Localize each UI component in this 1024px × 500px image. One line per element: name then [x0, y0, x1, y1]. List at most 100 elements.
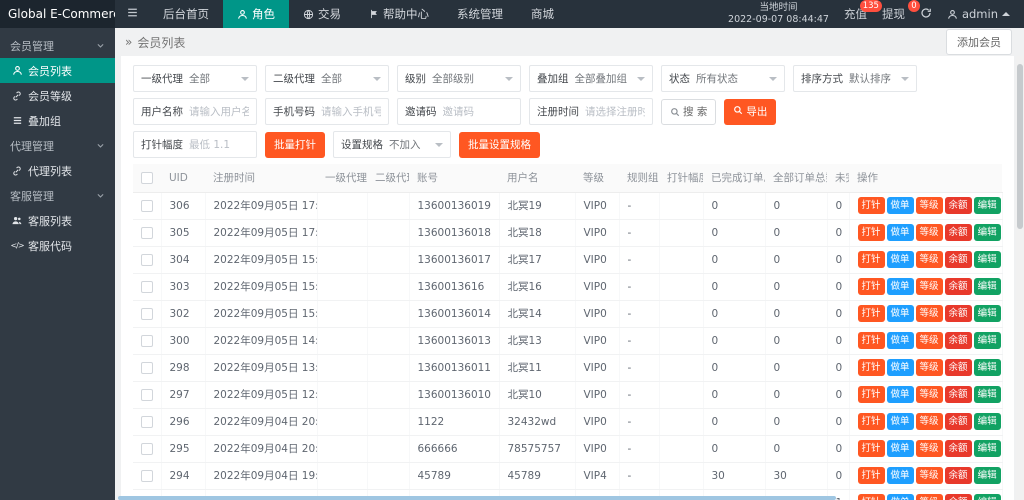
- action-balance-button[interactable]: 余额: [944, 494, 972, 500]
- action-edit-button[interactable]: 编辑: [973, 278, 1001, 295]
- action-inject-button[interactable]: 打针: [857, 440, 885, 457]
- sidebar-item-overlay-group[interactable]: 叠加组: [0, 108, 115, 133]
- action-inject-button[interactable]: 打针: [857, 386, 885, 403]
- row-checkbox[interactable]: [140, 253, 153, 266]
- user-menu[interactable]: admin: [947, 7, 1010, 21]
- action-edit-button[interactable]: 编辑: [973, 305, 1001, 322]
- sidebar-item-cs-code[interactable]: </> 客服代码: [0, 233, 115, 258]
- action-edit-button[interactable]: 编辑: [973, 224, 1001, 241]
- action-inject-button[interactable]: 打针: [857, 332, 885, 349]
- row-checkbox[interactable]: [140, 442, 153, 455]
- action-level-button[interactable]: 等级: [915, 359, 943, 376]
- sidebar-group-member-mgmt[interactable]: 会员管理: [0, 33, 115, 58]
- action-level-button[interactable]: 等级: [915, 494, 943, 500]
- filter-phone-input[interactable]: [321, 105, 381, 118]
- filter-status[interactable]: 状态 所有状态: [661, 65, 785, 92]
- row-checkbox[interactable]: [140, 415, 153, 428]
- action-make-order-button[interactable]: 做单: [886, 413, 914, 430]
- action-level-button[interactable]: 等级: [915, 305, 943, 322]
- action-level-button[interactable]: 等级: [915, 413, 943, 430]
- filter-level[interactable]: 级别 全部级别: [397, 65, 521, 92]
- action-make-order-button[interactable]: 做单: [886, 332, 914, 349]
- recharge-link[interactable]: 充值 135: [844, 0, 882, 22]
- horizontal-scrollbar-thumb[interactable]: [118, 496, 836, 500]
- action-make-order-button[interactable]: 做单: [886, 440, 914, 457]
- nav-help-center[interactable]: 帮助中心: [355, 0, 443, 28]
- action-balance-button[interactable]: 余额: [944, 332, 972, 349]
- vertical-scrollbar-thumb[interactable]: [1017, 64, 1023, 229]
- refresh-icon[interactable]: [920, 7, 932, 22]
- add-member-button[interactable]: 添加会员: [946, 29, 1012, 55]
- filter-agent1[interactable]: 一级代理 全部: [133, 65, 257, 92]
- action-balance-button[interactable]: 余额: [944, 251, 972, 268]
- withdraw-link[interactable]: 提现 0: [882, 0, 920, 22]
- action-edit-button[interactable]: 编辑: [973, 494, 1001, 500]
- action-make-order-button[interactable]: 做单: [886, 197, 914, 214]
- action-inject-button[interactable]: 打针: [857, 197, 885, 214]
- filter-overlay-group[interactable]: 叠加组 全部叠加组: [529, 65, 653, 92]
- action-balance-button[interactable]: 余额: [944, 305, 972, 322]
- action-balance-button[interactable]: 余额: [944, 467, 972, 484]
- filter-agent2[interactable]: 二级代理 全部: [265, 65, 389, 92]
- action-inject-button[interactable]: 打针: [857, 278, 885, 295]
- row-checkbox[interactable]: [140, 361, 153, 374]
- nav-role[interactable]: 角色: [223, 0, 289, 28]
- action-balance-button[interactable]: 余额: [944, 197, 972, 214]
- filter-username-input[interactable]: [189, 105, 249, 118]
- spec-select[interactable]: 设置规格 不加入: [333, 131, 451, 158]
- nav-system-mgmt[interactable]: 系统管理: [443, 0, 517, 28]
- action-inject-button[interactable]: 打针: [857, 224, 885, 241]
- action-balance-button[interactable]: 余额: [944, 386, 972, 403]
- batch-spec-button[interactable]: 批量设置规格: [459, 131, 540, 158]
- nav-home[interactable]: 后台首页: [149, 0, 223, 28]
- row-checkbox[interactable]: [140, 199, 153, 212]
- action-edit-button[interactable]: 编辑: [973, 467, 1001, 484]
- action-edit-button[interactable]: 编辑: [973, 386, 1001, 403]
- inject-range-input[interactable]: [189, 138, 249, 151]
- action-edit-button[interactable]: 编辑: [973, 197, 1001, 214]
- action-balance-button[interactable]: 余额: [944, 440, 972, 457]
- action-inject-button[interactable]: 打针: [857, 467, 885, 484]
- action-level-button[interactable]: 等级: [915, 332, 943, 349]
- filter-invite-code[interactable]: 邀请码: [397, 98, 521, 125]
- row-checkbox[interactable]: [140, 334, 153, 347]
- sidebar-group-cs-mgmt[interactable]: 客服管理: [0, 183, 115, 208]
- row-checkbox[interactable]: [140, 388, 153, 401]
- inject-range-field[interactable]: 打针幅度: [133, 131, 257, 158]
- action-make-order-button[interactable]: 做单: [886, 224, 914, 241]
- filter-invite-code-input[interactable]: [442, 105, 513, 118]
- export-button[interactable]: 导出: [724, 98, 777, 125]
- vertical-scrollbar[interactable]: [1016, 56, 1024, 500]
- row-checkbox[interactable]: [140, 226, 153, 239]
- action-make-order-button[interactable]: 做单: [886, 467, 914, 484]
- action-edit-button[interactable]: 编辑: [973, 413, 1001, 430]
- filter-reg-time-input[interactable]: [585, 105, 645, 118]
- filter-sort[interactable]: 排序方式 默认排序: [793, 65, 917, 92]
- action-level-button[interactable]: 等级: [915, 197, 943, 214]
- filter-phone[interactable]: 手机号码: [265, 98, 389, 125]
- action-make-order-button[interactable]: 做单: [886, 359, 914, 376]
- action-make-order-button[interactable]: 做单: [886, 278, 914, 295]
- sidebar-group-agent-mgmt[interactable]: 代理管理: [0, 133, 115, 158]
- row-checkbox[interactable]: [140, 280, 153, 293]
- action-level-button[interactable]: 等级: [915, 467, 943, 484]
- action-make-order-button[interactable]: 做单: [886, 305, 914, 322]
- action-balance-button[interactable]: 余额: [944, 278, 972, 295]
- action-inject-button[interactable]: 打针: [857, 359, 885, 376]
- action-level-button[interactable]: 等级: [915, 224, 943, 241]
- action-make-order-button[interactable]: 做单: [886, 251, 914, 268]
- action-level-button[interactable]: 等级: [915, 440, 943, 457]
- row-checkbox[interactable]: [140, 307, 153, 320]
- action-level-button[interactable]: 等级: [915, 386, 943, 403]
- hamburger-icon[interactable]: [115, 0, 149, 28]
- action-edit-button[interactable]: 编辑: [973, 440, 1001, 457]
- select-all-checkbox[interactable]: [141, 171, 153, 184]
- nav-trade[interactable]: 交易: [289, 0, 355, 28]
- sidebar-item-cs-list[interactable]: 客服列表: [0, 208, 115, 233]
- sidebar-item-member-level[interactable]: 会员等级: [0, 83, 115, 108]
- action-edit-button[interactable]: 编辑: [973, 359, 1001, 376]
- action-inject-button[interactable]: 打针: [857, 413, 885, 430]
- action-level-button[interactable]: 等级: [915, 251, 943, 268]
- batch-inject-button[interactable]: 批量打针: [265, 131, 325, 158]
- action-make-order-button[interactable]: 做单: [886, 386, 914, 403]
